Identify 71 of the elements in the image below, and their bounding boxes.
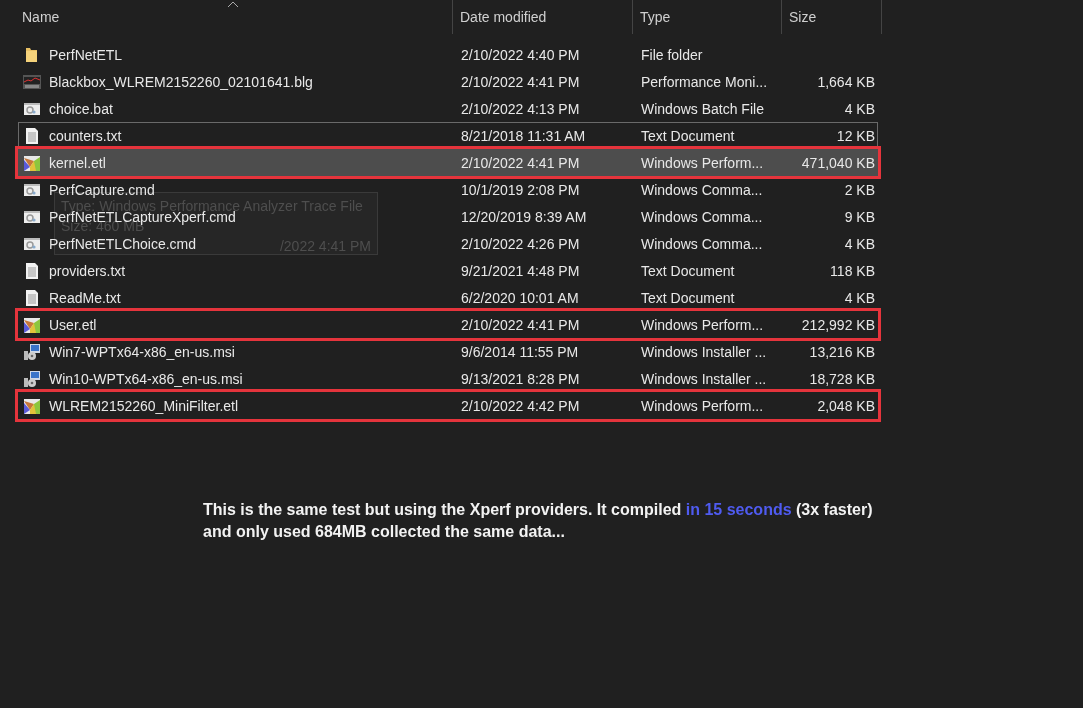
document-icon: [23, 126, 41, 145]
date-modified: 9/13/2021 8:28 PM: [460, 370, 581, 387]
file-name: ReadMe.txt: [49, 289, 121, 306]
file-name: kernel.etl: [49, 154, 106, 171]
date-modified: 2/10/2022 4:41 PM: [460, 316, 581, 333]
file-type: Windows Perform...: [640, 397, 765, 414]
file-name: counters.txt: [49, 127, 122, 144]
file-size: 9 KB: [843, 208, 876, 225]
date-modified: 2/10/2022 4:26 PM: [460, 235, 581, 252]
installer-icon: [23, 342, 41, 361]
file-size: 12 KB: [835, 127, 876, 144]
file-type: Windows Installer ...: [640, 343, 768, 360]
file-type: Windows Comma...: [640, 181, 764, 198]
column-header[interactable]: Name: [22, 9, 60, 25]
file-name: providers.txt: [49, 262, 126, 279]
date-modified: 9/6/2014 11:55 PM: [460, 343, 580, 360]
file-name: Blackbox_WLREM2152260_02101641.blg: [49, 73, 313, 90]
file-type: Windows Perform...: [640, 316, 765, 333]
file-type: File folder: [640, 46, 704, 63]
trace-file-icon: [23, 396, 41, 415]
file-name: Win7-WPTx64-x86_en-us.msi: [49, 343, 235, 360]
document-icon: [23, 261, 41, 280]
file-row[interactable]: kernel.etl 2/10/2022 4:41 PM Windows Perform... 471,040 KB: [18, 149, 878, 176]
column-header[interactable]: Size: [789, 9, 817, 25]
file-size: 2,048 KB: [816, 397, 876, 414]
date-modified: 10/1/2019 2:08 PM: [460, 181, 581, 198]
column-header[interactable]: Type: [640, 9, 671, 25]
file-type: Text Document: [640, 127, 736, 144]
file-type: Windows Installer ...: [640, 370, 768, 387]
file-size: 4 KB: [843, 100, 876, 117]
file-type: Windows Perform...: [640, 154, 765, 171]
file-size: 4 KB: [843, 289, 876, 306]
trace-file-icon: [23, 315, 41, 334]
date-modified: 2/10/2022 4:42 PM: [460, 397, 581, 414]
date-modified: 2/10/2022 4:41 PM: [460, 73, 581, 90]
file-size: 2 KB: [843, 181, 876, 198]
file-name: Win10-WPTx64-x86_en-us.msi: [49, 370, 243, 387]
file-type: Windows Comma...: [640, 208, 764, 225]
date-modified: 2/10/2022 4:41 PM: [460, 154, 581, 171]
date-modified: 12/20/2019 8:39 AM: [460, 208, 588, 225]
column-header[interactable]: Date modified: [460, 9, 547, 25]
date-modified: 8/21/2018 11:31 AM: [460, 127, 587, 144]
file-size: 4 KB: [843, 235, 876, 252]
file-row[interactable]: User.etl 2/10/2022 4:41 PM Windows Perform... 212,992 KB: [18, 311, 878, 338]
date-modified: 6/2/2020 10:01 AM: [460, 289, 580, 306]
file-type: Performance Moni...: [640, 73, 769, 90]
file-name: PerfNetETLChoice.cmd: [49, 235, 197, 252]
date-modified: 2/10/2022 4:13 PM: [460, 100, 581, 117]
file-type: Windows Comma...: [640, 235, 764, 252]
installer-icon: [23, 369, 41, 388]
file-size: 212,992 KB: [800, 316, 876, 333]
document-icon: [23, 288, 41, 307]
file-type: Text Document: [640, 262, 736, 279]
file-size: 1,664 KB: [816, 73, 876, 90]
file-name: WLREM2152260_MiniFilter.etl: [49, 397, 239, 414]
trace-file-icon: [23, 153, 41, 172]
date-modified: 9/21/2021 4:48 PM: [460, 262, 581, 279]
chart-window-icon: [23, 72, 41, 91]
annotation-text: This is the same test but using the Xperf providers. It compiled in 15 seconds (3x faster) and only used 684MB collected the same data...: [203, 500, 874, 542]
file-name: PerfNetETL: [49, 46, 123, 63]
date-modified: 2/10/2022 4:40 PM: [460, 46, 581, 63]
file-size: 13,216 KB: [808, 343, 876, 360]
file-name: PerfCapture.cmd: [49, 181, 155, 198]
file-row[interactable]: WLREM2152260_MiniFilter.etl 2/10/2022 4:42 PM Windows Perform... 2,048 KB: [18, 392, 878, 419]
file-size: 118 KB: [829, 262, 876, 279]
file-name: User.etl: [49, 316, 97, 333]
file-size: 471,040 KB: [800, 154, 876, 171]
file-size: 18,728 KB: [808, 370, 876, 387]
file-name: choice.bat: [49, 100, 113, 117]
file-type: Windows Batch File: [640, 100, 765, 117]
file-type: Text Document: [640, 289, 736, 306]
